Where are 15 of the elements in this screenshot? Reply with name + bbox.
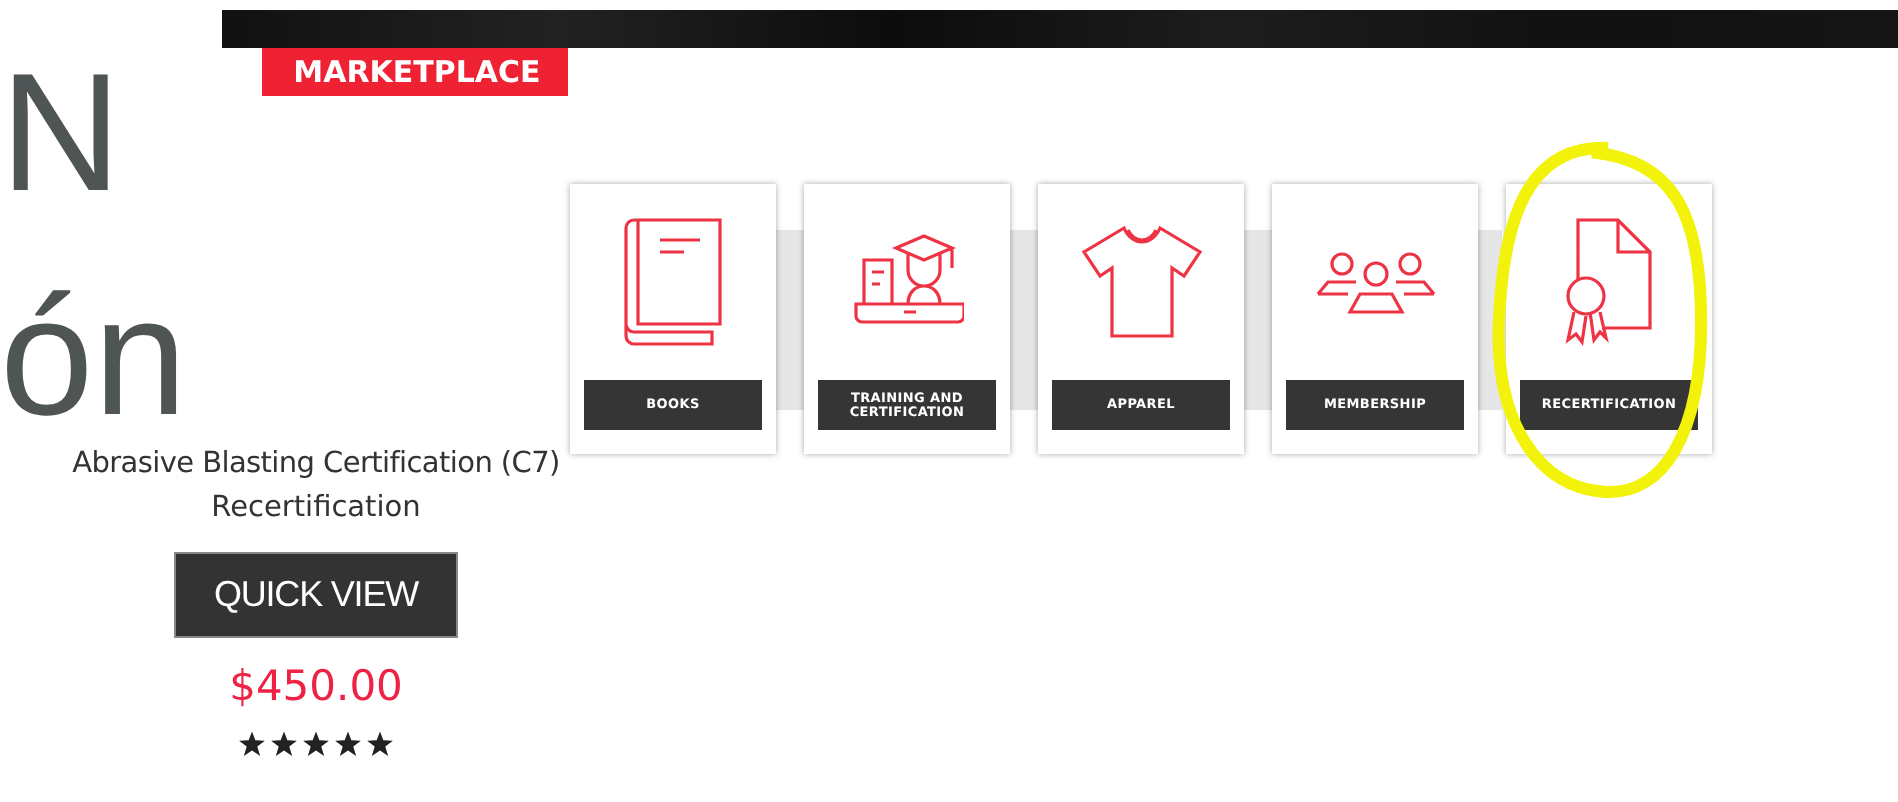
product-title[interactable]: Abrasive Blasting Certification (C7): [72, 448, 560, 480]
star-icon: [238, 730, 266, 758]
heading-fragment: N: [0, 48, 122, 216]
tshirt-icon: [1079, 224, 1203, 340]
marketplace-badge: MARKETPLACE: [261, 48, 569, 96]
star-icon: [334, 730, 362, 758]
heading-fragment: ón: [0, 272, 189, 440]
product-subtitle: Recertification: [211, 492, 421, 524]
quick-view-button[interactable]: QUICK VIEW: [174, 552, 458, 638]
product-price: $450.00: [229, 662, 403, 710]
star-icon: [302, 730, 330, 758]
group-people-icon: [1313, 248, 1437, 316]
star-icon: [366, 730, 394, 758]
book-icon: [621, 216, 725, 348]
star-icon: [270, 730, 298, 758]
